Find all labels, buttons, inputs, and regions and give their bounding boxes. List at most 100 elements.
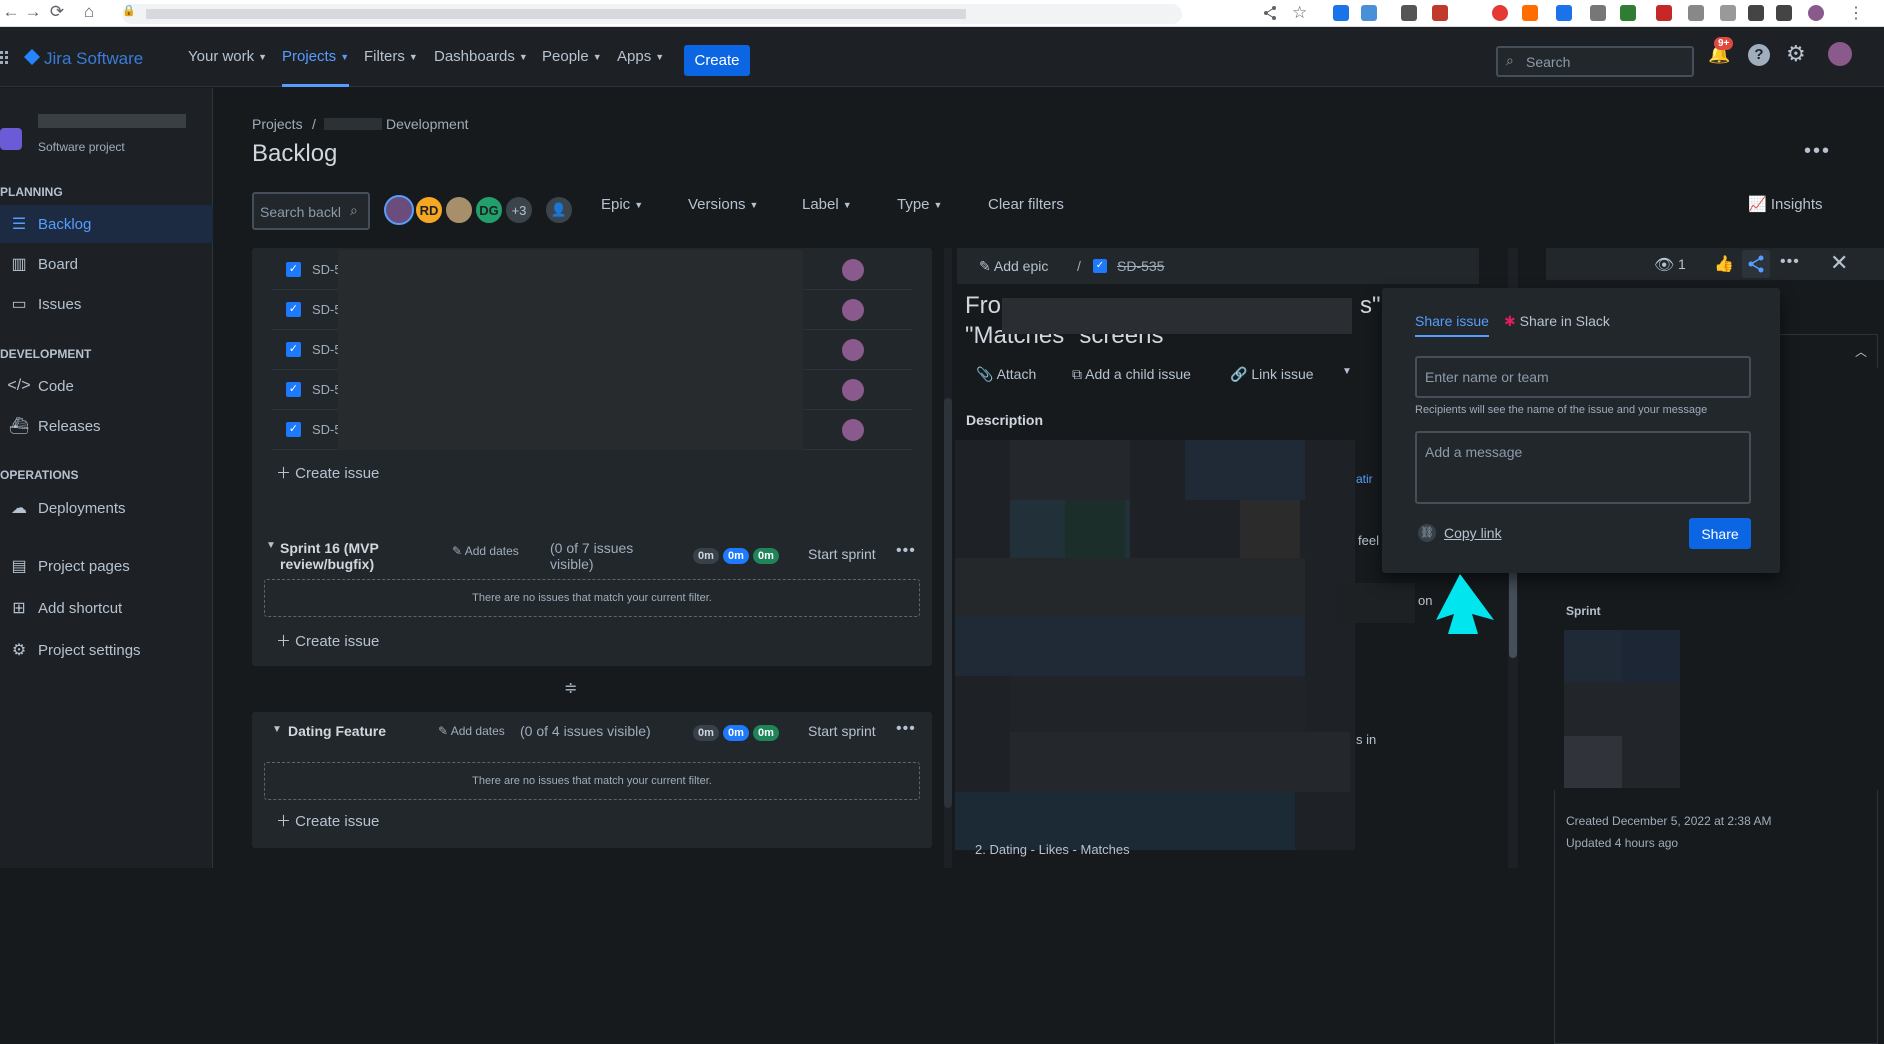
jira-logo-text[interactable]: Jira Software — [44, 49, 143, 69]
chevron-up-icon[interactable]: ︿ — [1855, 343, 1867, 360]
sidebar-item-backlog[interactable]: ☰ Backlog — [0, 205, 213, 243]
forward-icon[interactable]: → — [22, 2, 44, 22]
extension-icon[interactable] — [1492, 5, 1508, 21]
extension-icon[interactable] — [1556, 5, 1572, 21]
extension-icon[interactable] — [1748, 5, 1764, 21]
profile-avatar[interactable] — [1808, 5, 1824, 21]
collapse-chevron-icon[interactable]: ▼ — [266, 540, 276, 551]
sidebar-item-project-settings[interactable]: ⚙ Project settings — [0, 631, 213, 669]
table-row[interactable]: ✓ SD-5 — [272, 250, 912, 290]
sidebar-item-deployments[interactable]: ☁ Deployments — [0, 489, 213, 527]
share-button[interactable]: Share — [1689, 518, 1751, 549]
filter-epic[interactable]: Epic ▼ — [601, 196, 643, 213]
breadcrumb-project[interactable]: Development — [386, 116, 469, 132]
project-avatar[interactable] — [0, 128, 22, 150]
assignee-avatar[interactable] — [842, 419, 864, 441]
extension-icon[interactable] — [1776, 5, 1792, 21]
create-button[interactable]: Create — [684, 45, 750, 76]
link-issue-button[interactable]: 🔗 Link issue — [1230, 366, 1314, 383]
extension-icon[interactable] — [1522, 5, 1538, 21]
sidebar-item-issues[interactable]: ▭ Issues — [0, 285, 213, 323]
help-icon[interactable]: ? — [1748, 44, 1770, 66]
more-avatars[interactable]: +3 — [504, 195, 534, 225]
extension-icon[interactable] — [1333, 5, 1349, 21]
add-dates-button[interactable]: ✎ Add dates — [438, 724, 505, 738]
backlog-scrollbar[interactable] — [944, 248, 952, 868]
user-avatar-filter[interactable] — [384, 195, 414, 225]
resize-handle-icon[interactable]: ≑ — [564, 678, 577, 698]
global-search-input[interactable]: ⌕ Search — [1496, 46, 1694, 77]
issue-title[interactable]: Fro — [965, 292, 1001, 320]
create-issue-button[interactable]: ＋ Create issue — [276, 810, 379, 831]
sidebar-item-releases[interactable]: ⛴ Releases — [0, 407, 213, 445]
sidebar-item-add-shortcut[interactable]: ⊞ Add shortcut — [0, 589, 213, 627]
browser-menu-icon[interactable]: ⋮ — [1848, 3, 1864, 23]
add-dates-button[interactable]: ✎ Add dates — [452, 544, 519, 558]
nav-dashboards[interactable]: Dashboards ▼ — [434, 27, 528, 87]
table-row[interactable]: ✓ SD-5 — [272, 290, 912, 330]
nav-projects[interactable]: Projects ▼ — [282, 27, 350, 87]
extension-icon[interactable] — [1401, 5, 1417, 21]
sidebar-item-board[interactable]: ▥ Board — [0, 245, 213, 283]
extension-icon[interactable] — [1432, 5, 1448, 21]
share-icon[interactable] — [1742, 250, 1770, 278]
table-row[interactable]: ✓ SD-5 — [272, 370, 912, 410]
app-switcher-icon[interactable] — [0, 51, 12, 65]
create-issue-button[interactable]: ＋ Create issue — [276, 630, 379, 651]
assignee-avatar[interactable] — [842, 299, 864, 321]
address-bar[interactable]: 🔒 — [122, 4, 1182, 24]
table-row[interactable]: ✓ SD-5 — [272, 330, 912, 370]
like-thumb-icon[interactable]: 👍 — [1714, 254, 1734, 274]
more-options-icon[interactable]: ••• — [1780, 253, 1800, 271]
assignee-avatar[interactable] — [842, 379, 864, 401]
close-icon[interactable]: ✕ — [1830, 250, 1848, 276]
nav-people[interactable]: People ▼ — [542, 27, 602, 87]
sprint-more-icon[interactable]: ••• — [896, 720, 916, 738]
nav-filters[interactable]: Filters ▼ — [364, 27, 418, 87]
extension-icon[interactable] — [1590, 5, 1606, 21]
extension-icon[interactable] — [1688, 5, 1704, 21]
share-page-icon[interactable] — [1262, 5, 1278, 21]
reload-icon[interactable]: ⟳ — [46, 2, 68, 22]
sprint-more-icon[interactable]: ••• — [896, 542, 916, 560]
breadcrumb-projects[interactable]: Projects — [252, 116, 303, 132]
filter-type[interactable]: Type ▼ — [897, 196, 942, 213]
user-avatar-filter[interactable] — [444, 195, 474, 225]
watch-eye-icon[interactable]: 👁 — [1654, 255, 1674, 275]
clear-filters-button[interactable]: Clear filters — [988, 196, 1064, 213]
create-issue-button[interactable]: ＋ Create issue — [276, 462, 379, 483]
sidebar-item-project-pages[interactable]: ▤ Project pages — [0, 547, 213, 585]
sidebar-item-code[interactable]: </> Code — [0, 367, 213, 405]
filter-label[interactable]: Label ▼ — [802, 196, 852, 213]
tab-share-issue[interactable]: Share issue — [1415, 313, 1489, 329]
backlog-search-input[interactable]: Search backl ⌕ — [252, 192, 370, 230]
settings-gear-icon[interactable]: ⚙ — [1786, 41, 1806, 67]
user-avatar-filter[interactable]: RD — [414, 195, 444, 225]
issue-key-link[interactable]: SD-535 — [1117, 258, 1164, 274]
extension-icon[interactable] — [1620, 5, 1636, 21]
bookmark-star-icon[interactable]: ☆ — [1292, 3, 1307, 23]
extension-icon[interactable] — [1361, 5, 1377, 21]
nav-apps[interactable]: Apps ▼ — [617, 27, 664, 87]
assignee-avatar[interactable] — [842, 259, 864, 281]
extension-icon[interactable] — [1656, 5, 1672, 21]
more-actions-chevron-icon[interactable]: ▼ — [1342, 366, 1352, 377]
attach-button[interactable]: 📎 Attach — [976, 366, 1036, 383]
more-actions-icon[interactable]: ••• — [1804, 140, 1831, 163]
filter-versions[interactable]: Versions ▼ — [688, 196, 758, 213]
copy-link-button[interactable]: Copy link — [1444, 525, 1502, 541]
start-sprint-button[interactable]: Start sprint — [808, 546, 876, 562]
collapse-chevron-icon[interactable]: ▼ — [272, 724, 282, 735]
add-epic-button[interactable]: ✎ Add epic — [979, 258, 1048, 275]
assignee-avatar[interactable] — [842, 339, 864, 361]
user-avatar-filter[interactable]: DG — [474, 195, 504, 225]
nav-your-work[interactable]: Your work ▼ — [188, 27, 267, 87]
message-textarea[interactable]: Add a message — [1415, 431, 1751, 504]
tab-share-in-slack[interactable]: ✱ Share in Slack — [1504, 313, 1610, 330]
add-people-icon[interactable]: 👤 — [544, 195, 574, 225]
back-icon[interactable]: ← — [0, 2, 22, 22]
home-icon[interactable]: ⌂ — [78, 2, 100, 22]
insights-button[interactable]: 📈 Insights — [1748, 195, 1823, 213]
table-row[interactable]: ✓ SD-5 — [272, 410, 912, 450]
add-child-issue-button[interactable]: ⧉ Add a child issue — [1072, 366, 1191, 383]
